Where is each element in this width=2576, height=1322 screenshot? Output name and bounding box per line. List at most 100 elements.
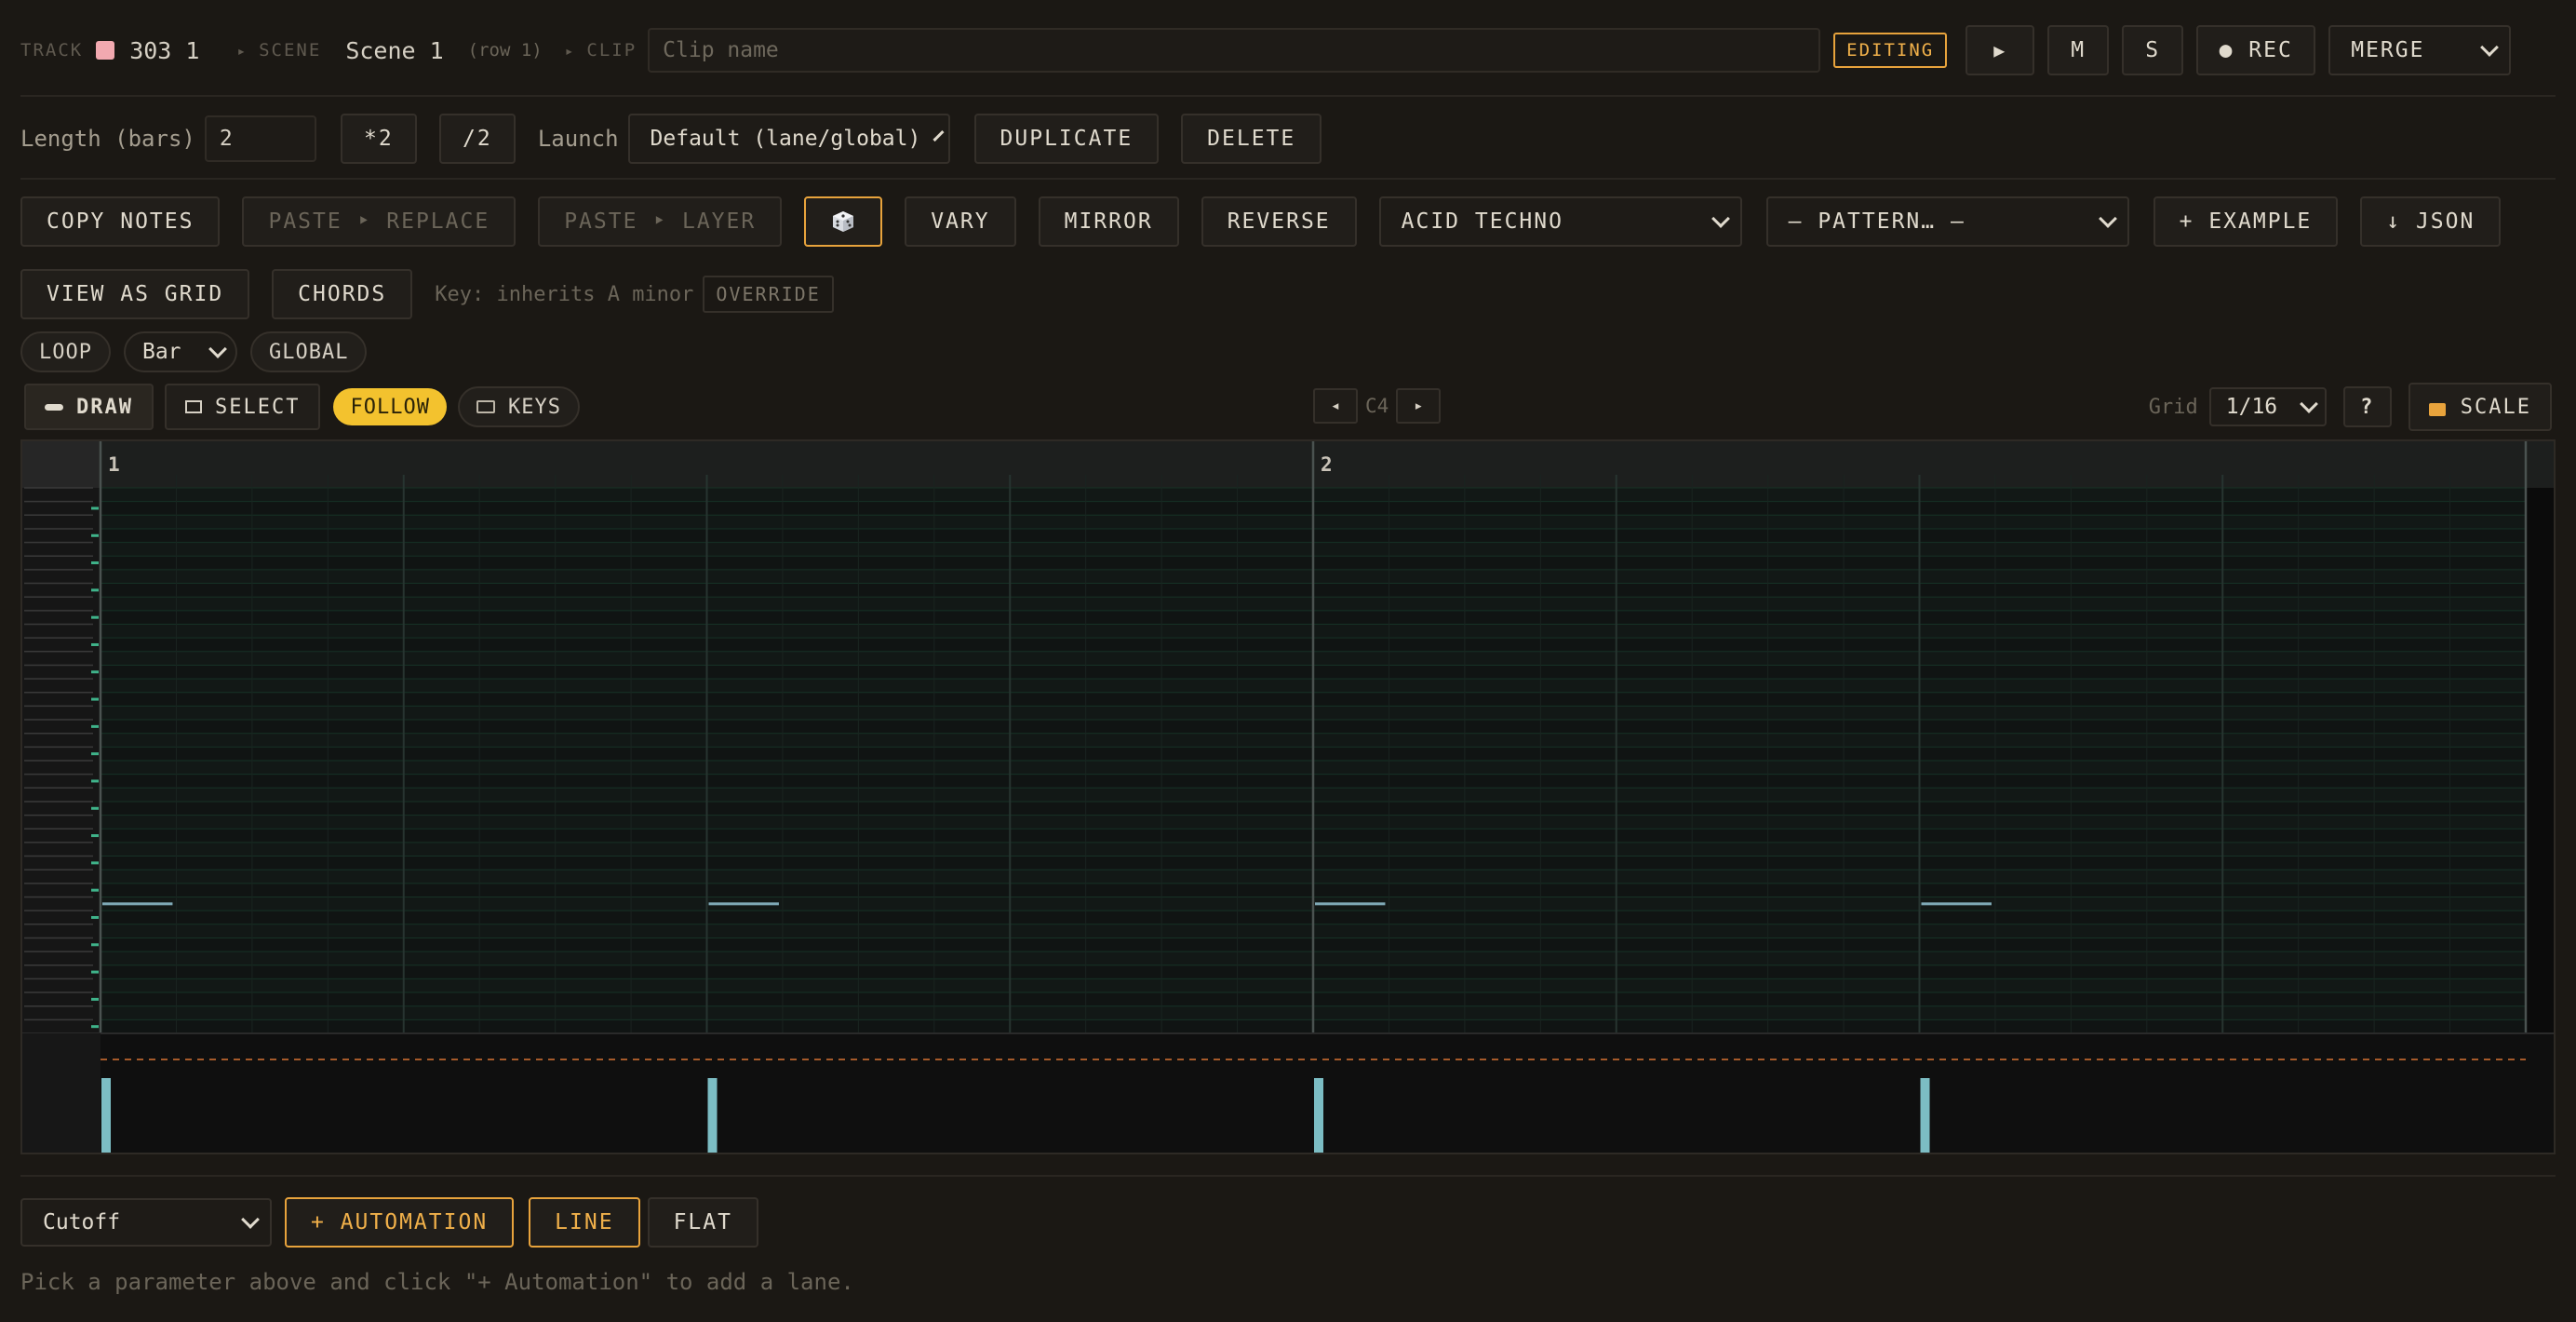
line-mode-button[interactable]: LINE [529, 1197, 640, 1248]
velocity-bar[interactable] [707, 1078, 718, 1153]
view-row: VIEW AS GRID CHORDS Key: inherits A mino… [20, 269, 2556, 319]
scale-note-marker [91, 915, 99, 919]
double-length-button[interactable]: *2 [340, 114, 417, 164]
velocity-lane[interactable] [22, 1033, 2554, 1153]
automation-row: Cutoff + AUTOMATION LINE FLAT [20, 1197, 2556, 1248]
vary-button[interactable]: VARY [905, 196, 1016, 247]
pattern-value: — PATTERN… — [1788, 209, 1966, 234]
help-button[interactable]: ? [2342, 386, 2392, 427]
mute-button[interactable]: M [2047, 25, 2110, 75]
chords-button[interactable]: CHORDS [272, 269, 413, 319]
length-input[interactable]: 2 [204, 115, 316, 162]
follow-toggle[interactable]: FOLLOW [333, 388, 447, 425]
view-as-grid-button[interactable]: VIEW AS GRID [20, 269, 250, 319]
help-label: ? [2360, 395, 2375, 419]
piano-roll[interactable]: 12 [20, 439, 2556, 1154]
divider [20, 178, 2556, 180]
grid-resolution-select[interactable]: 1/16 [2208, 387, 2327, 426]
length-row: Length (bars) 2 *2 /2 Launch Default (la… [20, 114, 2556, 164]
style-value: ACID TECHNO [1401, 209, 1563, 234]
velocity-bar[interactable] [101, 1078, 111, 1153]
dice-icon [833, 211, 854, 232]
pattern-select[interactable]: — PATTERN… — [1765, 196, 2129, 247]
scene-row: (row 1) [467, 40, 543, 61]
paste-layer-button[interactable]: PASTE ‣ LAYER [538, 196, 783, 247]
divider [20, 1175, 2556, 1177]
note[interactable] [102, 902, 173, 906]
clip-label: CLIP [586, 40, 637, 61]
mirror-button[interactable]: MIRROR [1038, 196, 1179, 247]
octave-down-button[interactable]: ◂ [1313, 388, 1358, 424]
style-select[interactable]: ACID TECHNO [1378, 196, 1742, 247]
reverse-button[interactable]: REVERSE [1201, 196, 1357, 247]
scale-note-marker [91, 561, 99, 565]
scale-note-marker [91, 943, 99, 947]
scale-note-marker [91, 779, 99, 783]
chevron-down-icon [1711, 209, 1730, 228]
keys-toggle[interactable]: KEYS [457, 386, 580, 427]
automation-param-value: Cutoff [43, 1210, 121, 1234]
override-key-button[interactable]: OVERRIDE [703, 276, 834, 313]
velocity-bar[interactable] [1314, 1078, 1323, 1153]
octave-up-button[interactable]: ▸ [1396, 388, 1442, 424]
bar-number-label: 1 [108, 453, 120, 476]
chevron-down-icon [241, 1210, 260, 1229]
piano-roll-canvas[interactable]: 12 [22, 441, 2554, 1153]
bar-ruler[interactable] [22, 441, 2554, 488]
loop-unit-select[interactable]: Bar [123, 331, 237, 372]
draw-tool-label: DRAW [76, 395, 133, 419]
solo-button[interactable]: S [2122, 25, 2184, 75]
clip-name-input[interactable]: Clip name [648, 28, 1821, 73]
duplicate-button[interactable]: DUPLICATE [973, 114, 1160, 164]
note[interactable] [1921, 902, 1992, 906]
chevron-down-icon [208, 340, 227, 358]
velocity-lane-gutter [22, 1033, 101, 1153]
scale-note-marker [91, 724, 99, 728]
delete-button[interactable]: DELETE [1181, 114, 1322, 164]
scale-label: SCALE [2460, 395, 2531, 419]
scale-button[interactable]: SCALE [2408, 383, 2552, 431]
octave-nav: ◂ C4 ▸ [1313, 388, 1442, 424]
global-loop-toggle[interactable]: GLOBAL [249, 331, 368, 372]
grid-controls: Grid 1/16 ? SCALE [2149, 383, 2552, 431]
scale-note-marker [91, 1025, 99, 1029]
key-info: Key: inherits A minor [435, 282, 694, 306]
scale-note-marker [91, 997, 99, 1001]
select-tool-button[interactable]: SELECT [164, 384, 321, 430]
merge-mode-select[interactable]: MERGE [2328, 25, 2512, 75]
grid-resolution-value: 1/16 [2225, 395, 2278, 419]
clip-header: TRACK 303 1 ▸ SCENE Scene 1 (row 1) ▸ CL… [20, 25, 2556, 75]
automation-param-select[interactable]: Cutoff [20, 1198, 272, 1247]
length-label: Length (bars) [20, 126, 195, 152]
scene-label: SCENE [259, 40, 322, 61]
note[interactable] [708, 902, 779, 906]
velocity-bar[interactable] [1920, 1078, 1930, 1153]
merge-mode-value: MERGE [2351, 38, 2425, 62]
scale-note-marker [91, 642, 99, 646]
paste-replace-button[interactable]: PASTE ‣ REPLACE [242, 196, 517, 247]
flat-mode-button[interactable]: FLAT [647, 1197, 758, 1248]
scale-note-marker [91, 506, 99, 510]
track-label: TRACK [20, 40, 84, 61]
copy-notes-button[interactable]: COPY NOTES [20, 196, 221, 247]
chevron-down-icon [932, 129, 945, 142]
scale-note-marker [91, 670, 99, 674]
randomize-dice-button[interactable] [804, 196, 883, 247]
scale-note-marker [91, 888, 99, 892]
add-automation-button[interactable]: + AUTOMATION [285, 1197, 515, 1248]
half-length-button[interactable]: /2 [438, 114, 516, 164]
loop-toggle[interactable]: LOOP [20, 331, 111, 372]
draw-tool-button[interactable]: DRAW [24, 384, 154, 430]
note-tools-row: COPY NOTES PASTE ‣ REPLACE PASTE ‣ LAYER… [20, 196, 2556, 247]
json-export-button[interactable]: ↓ JSON [2360, 196, 2502, 247]
launch-mode-select[interactable]: Default (lane/global) [627, 114, 950, 164]
play-button[interactable]: ▶ [1966, 25, 2035, 75]
record-button[interactable]: ● REC [2196, 25, 2316, 75]
scale-note-marker [91, 834, 99, 838]
scale-note-marker [91, 970, 99, 974]
add-example-button[interactable]: + EXAMPLE [2153, 196, 2339, 247]
scale-note-marker [91, 588, 99, 592]
note[interactable] [1315, 902, 1386, 906]
bar-number-label: 2 [1321, 453, 1333, 476]
loop-unit-value: Bar [141, 340, 181, 364]
